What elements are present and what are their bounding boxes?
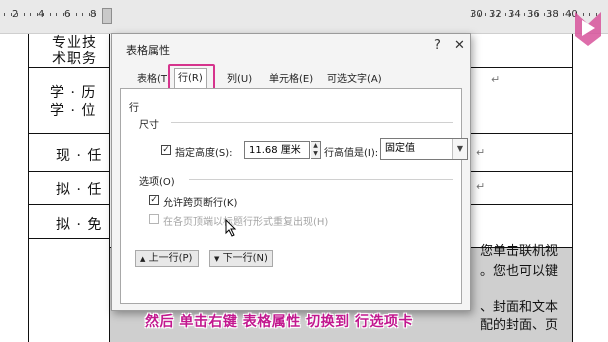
- ruler-number: 8: [90, 9, 97, 20]
- table-border: [468, 171, 572, 172]
- ruler-tick: [30, 13, 31, 16]
- ruler-tick: [505, 13, 506, 16]
- next-row-button[interactable]: ▼ 下一行(N): [209, 250, 273, 267]
- close-button[interactable]: ✕: [454, 38, 465, 53]
- cell-label: 拟 · 任: [56, 182, 103, 198]
- body-text-line: 。您也可以键: [480, 264, 559, 279]
- ruler-indent-marker[interactable]: [102, 8, 112, 24]
- height-rule-value: 固定值: [385, 143, 415, 154]
- cell-label: 学 · 位: [50, 103, 97, 119]
- size-group-label: 尺寸: [139, 120, 159, 131]
- dialog-title: 表格属性: [126, 44, 170, 57]
- options-group-label: 选项(O): [139, 177, 175, 188]
- repeat-header-label: 在各页顶端以标题行形式重复出现(H): [163, 217, 329, 228]
- table-border: [28, 238, 110, 239]
- table-border: [28, 171, 110, 172]
- ruler-tick: [50, 13, 51, 16]
- height-value-input[interactable]: 11.68 厘米: [244, 141, 310, 159]
- table-border: [468, 133, 572, 134]
- cell-label: 现 · 任: [56, 148, 103, 164]
- cell-label: 术职务: [52, 51, 97, 67]
- body-text-line: 配的封面、页: [480, 318, 559, 333]
- previous-row-label: 上一行(P): [148, 253, 193, 264]
- ruler-tick: [82, 13, 83, 16]
- mouse-pointer-icon: [225, 219, 237, 237]
- cell-label: 拟 · 免: [56, 217, 103, 233]
- ruler-tick: [563, 13, 564, 16]
- table-properties-dialog[interactable]: 表格属性 ? ✕ 表格(T) 行(R) 列(U) 单元格(E) 可选文字(A) …: [111, 33, 471, 311]
- help-button[interactable]: ?: [434, 38, 441, 53]
- tab-alt-text[interactable]: 可选文字(A): [324, 71, 385, 88]
- ruler-number: 36: [527, 9, 540, 20]
- ruler-tick: [56, 13, 57, 16]
- previous-row-button[interactable]: ▲ 上一行(P): [135, 250, 199, 267]
- allow-row-break-checkbox[interactable]: ✓: [149, 195, 159, 205]
- ruler-tick: [524, 13, 525, 16]
- body-text-line: 、封面和文本: [480, 300, 559, 315]
- repeat-header-checkbox[interactable]: [149, 214, 159, 224]
- paragraph-mark: ↵: [491, 73, 501, 86]
- allow-row-break-label: 允许跨页断行(K): [163, 198, 238, 209]
- tab-cell[interactable]: 单元格(E): [266, 71, 316, 88]
- chevron-down-icon[interactable]: ▼: [452, 139, 467, 159]
- cell-label: 学 · 历: [50, 85, 97, 101]
- ruler-number: 32: [489, 9, 502, 20]
- triangle-down-icon: ▼: [214, 255, 220, 263]
- ruler-tick: [4, 13, 5, 16]
- triangle-up-icon: ▲: [140, 255, 146, 263]
- ruler-tick: [24, 13, 25, 16]
- ruler-number: 2: [12, 9, 19, 20]
- row-tab-panel: 行 尺寸 ✓ 指定高度(S): 11.68 厘米 ▲ ▼ 行高值是(I): 固定值…: [120, 88, 468, 304]
- ruler-number: 6: [64, 9, 71, 20]
- section-title-row: 行: [129, 103, 139, 114]
- ruler-number: 34: [508, 9, 521, 20]
- group-divider: [171, 122, 453, 123]
- tab-column[interactable]: 列(U): [224, 71, 255, 88]
- table-border: [28, 133, 110, 134]
- table-border: [28, 204, 110, 205]
- body-text-line: 您单击联机视: [480, 244, 559, 259]
- tutorial-caption: 然后 单击右键 表格属性 切换到 行选项卡: [145, 314, 413, 330]
- table-border: [28, 34, 29, 342]
- paragraph-mark: ↵: [476, 146, 486, 159]
- table-border: [468, 204, 572, 205]
- table-border: [468, 67, 572, 68]
- ruler-tick: [76, 13, 77, 16]
- watermark-logo-icon: [575, 12, 601, 46]
- height-spinner[interactable]: ▲ ▼: [311, 141, 321, 159]
- specify-height-checkbox[interactable]: ✓: [161, 145, 171, 155]
- ruler-number: 38: [546, 9, 559, 20]
- horizontal-ruler[interactable]: 2 4 6 8 30 32 34 36 38 40: [0, 0, 608, 34]
- height-rule-select[interactable]: 固定值 ▼: [380, 138, 468, 160]
- ruler-number: 4: [38, 9, 45, 20]
- paragraph-mark: ↵: [476, 180, 486, 193]
- next-row-label: 下一行(N): [222, 253, 268, 264]
- ruler-tick: [485, 13, 486, 16]
- height-rule-label: 行高值是(I):: [324, 148, 379, 159]
- table-border: [572, 34, 573, 342]
- group-divider: [189, 179, 453, 180]
- specify-height-label: 指定高度(S):: [175, 148, 233, 159]
- ruler-number: 30: [470, 9, 483, 20]
- ruler-tick: [544, 13, 545, 16]
